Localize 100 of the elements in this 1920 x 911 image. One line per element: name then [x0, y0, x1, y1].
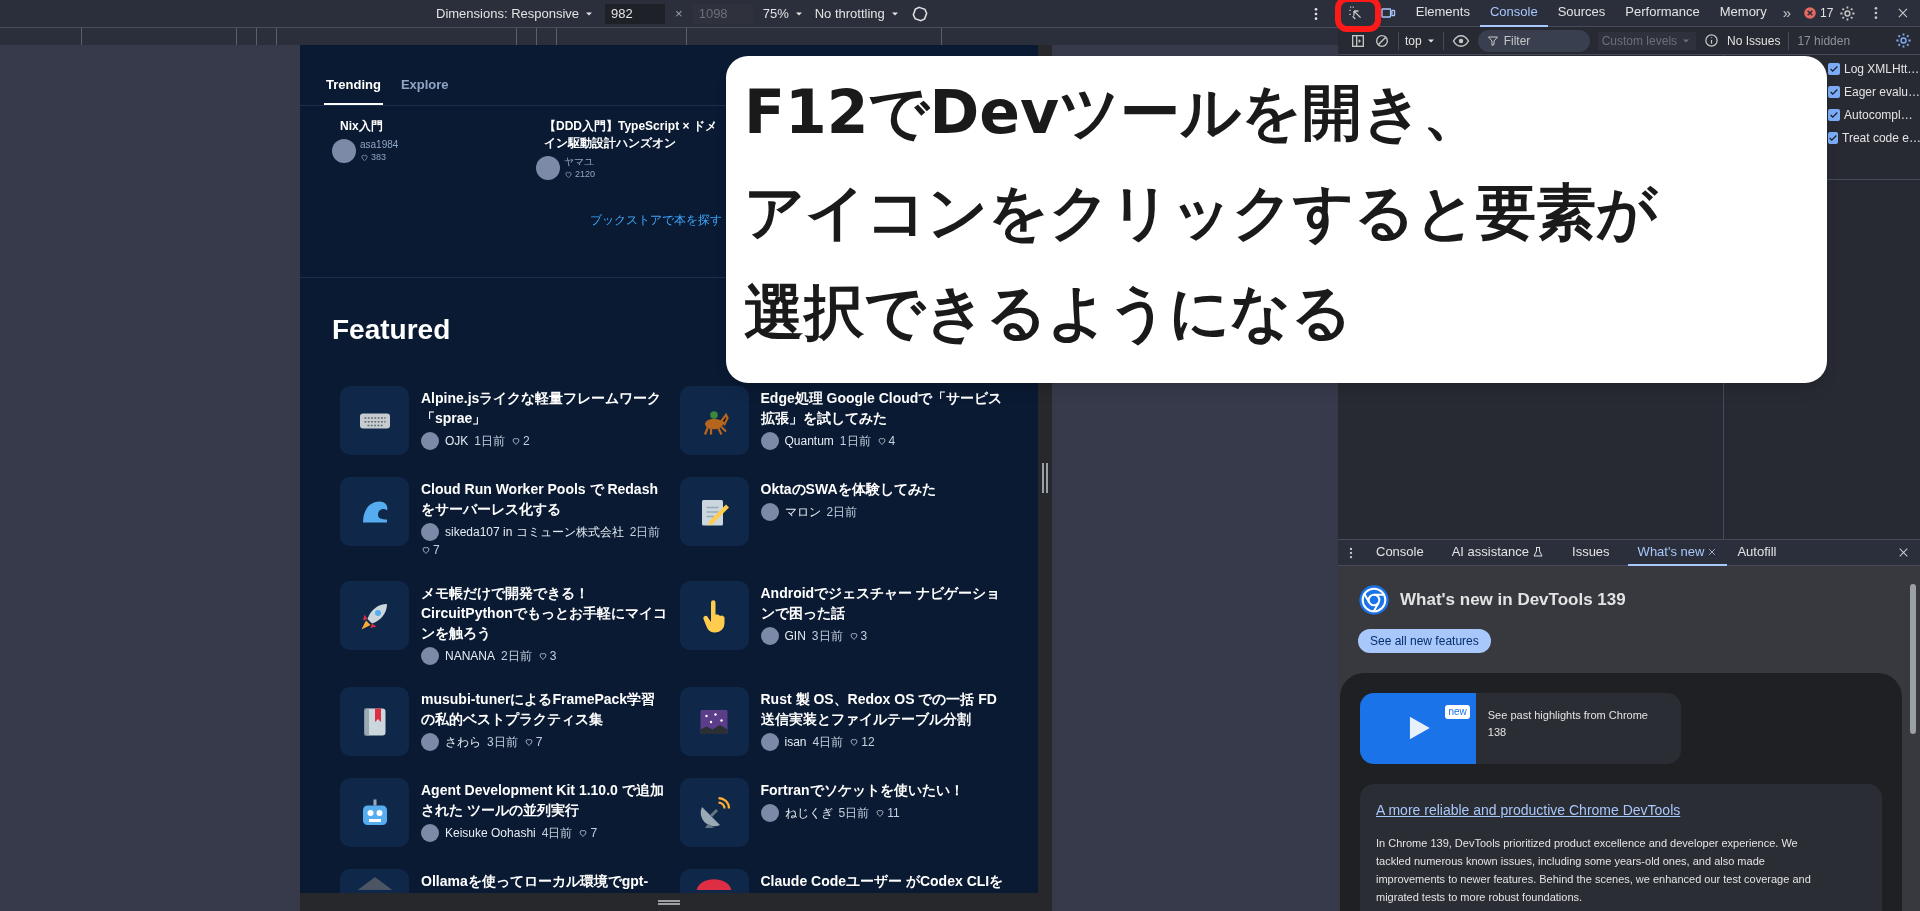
- close-icon[interactable]: [1897, 546, 1910, 559]
- devtools-tab[interactable]: Console: [1479, 0, 1548, 27]
- drawer-tab[interactable]: Autofill: [1727, 539, 1787, 566]
- video-caption: See past highlights from Chrome 138: [1486, 708, 1649, 740]
- post-time: 3日前: [811, 628, 843, 645]
- like-count: 2120: [575, 167, 596, 181]
- post-time: 2日前: [826, 504, 858, 521]
- new-badge: new: [1445, 705, 1470, 719]
- article-title[interactable]: Agent Development Kit 1.10.0 で追加された ツールの並列実行: [421, 780, 669, 820]
- heart-icon: [537, 651, 548, 661]
- avatar: [536, 156, 560, 181]
- filter-field[interactable]: Filter: [1477, 29, 1590, 52]
- page-tab[interactable]: Trending: [324, 75, 383, 105]
- setting-checkbox[interactable]: Autocompl…: [1828, 105, 1920, 125]
- width-field[interactable]: 982: [605, 3, 666, 24]
- issues-status[interactable]: No Issues: [1727, 31, 1790, 50]
- article-title[interactable]: Edge処理 Google Cloudで「サービス拡張」を試してみた: [760, 388, 1008, 428]
- article-title[interactable]: OktaのSWAを体験してみた: [760, 479, 936, 499]
- author-name[interactable]: sikeda107 in コミューン株式会社: [445, 523, 624, 541]
- post-time: 1日前: [839, 433, 871, 450]
- avatar: [760, 432, 779, 450]
- times-sign: ×: [675, 4, 683, 23]
- heart-icon: [848, 631, 859, 641]
- resize-handle-bar[interactable]: [300, 893, 1038, 911]
- heart-icon: [849, 737, 860, 747]
- more-tabs-button[interactable]: »: [1776, 1, 1798, 25]
- context-dropdown[interactable]: top: [1398, 31, 1444, 50]
- close-icon[interactable]: [1896, 6, 1910, 20]
- post-time: 2日前: [629, 524, 661, 541]
- article-title[interactable]: Nix入門: [332, 117, 522, 135]
- bookstore-link[interactable]: ブックストアで本を探す: [590, 213, 722, 227]
- author-name[interactable]: NANANA: [445, 647, 495, 665]
- heart-icon: [360, 152, 369, 162]
- post-time: 1日前: [474, 433, 506, 450]
- clear-icon[interactable]: [1374, 32, 1390, 49]
- throttling-dropdown[interactable]: No throttling: [814, 3, 901, 24]
- setting-checkbox[interactable]: Log XMLHtt…: [1828, 59, 1920, 79]
- post-time: 4日前: [812, 734, 844, 751]
- author-name[interactable]: Quantum: [784, 432, 834, 450]
- like-count: 7: [535, 734, 543, 751]
- like-count: 7: [433, 542, 440, 559]
- annotation-text: F12でDevツールを開き、: [744, 76, 1484, 149]
- heart-icon: [511, 436, 522, 446]
- devtools-tab[interactable]: Sources: [1547, 0, 1616, 27]
- check-icon: [1829, 64, 1839, 74]
- article-title[interactable]: メモ帳だけで開発できる！CircuitPythonでもっとお手軽にマイコンを触ろう: [421, 583, 669, 643]
- author-name[interactable]: OJK: [445, 432, 469, 450]
- check-icon: [1828, 133, 1838, 143]
- hidden-count: 17 hidden: [1797, 32, 1851, 50]
- devtools-tab[interactable]: Performance: [1615, 0, 1710, 27]
- like-count: 11: [887, 805, 900, 822]
- post-time: 4日前: [541, 825, 573, 842]
- article-title[interactable]: Claude Codeユーザー がCodex CLIを: [760, 871, 1004, 891]
- dimensions-dropdown[interactable]: Dimensions: Responsive: [436, 3, 596, 24]
- see-all-features-button[interactable]: See all new features: [1358, 629, 1491, 653]
- heart-icon: [578, 828, 589, 838]
- close-icon: [1707, 546, 1718, 557]
- article-link[interactable]: A more reliable and productive Chrome DevTools: [1376, 802, 1681, 818]
- like-count: 7: [590, 825, 598, 842]
- sidebar-icon[interactable]: [1350, 32, 1366, 49]
- author-name[interactable]: ヤマユ: [564, 155, 596, 168]
- settings-icon[interactable]: [1839, 4, 1857, 22]
- drawer-tab[interactable]: AI assistance: [1441, 539, 1555, 566]
- author-name[interactable]: Keisuke Oohashi: [445, 824, 536, 842]
- article-title[interactable]: musubi-tunerによるFramePack学習の私的ベストプラクティス集: [421, 689, 669, 729]
- device-toolbar-icon[interactable]: [1379, 5, 1396, 21]
- article-title[interactable]: Ollamaを使ってローカル環境でgpt-: [421, 871, 649, 891]
- article-title[interactable]: Rust 製 OS、Redox OS での一括 FD 送信実装とファイルテーブル分割: [760, 689, 1008, 729]
- setting-checkbox[interactable]: Eager evalu…: [1828, 82, 1920, 102]
- resize-handle[interactable]: [1042, 463, 1048, 493]
- video-card[interactable]: new See past highlights from Chrome 138: [1360, 693, 1681, 764]
- author-name[interactable]: asa1984: [360, 138, 399, 151]
- author-name[interactable]: さわら: [445, 733, 481, 751]
- like-count: 12: [861, 734, 875, 751]
- settings-icon[interactable]: [1895, 32, 1912, 49]
- devtools-tab[interactable]: Elements: [1405, 0, 1480, 27]
- article-title[interactable]: Fortranでソケットを使いたい！: [760, 780, 964, 800]
- article-title[interactable]: Androidでジェスチャー ナビゲーションで困った話: [760, 583, 1008, 623]
- chrome-logo-icon: [1358, 584, 1390, 616]
- article-title[interactable]: Cloud Run Worker Pools で Redash をサーバーレス化する: [421, 479, 669, 519]
- drawer-tab[interactable]: Issues: [1562, 539, 1620, 566]
- inspect-element-icon[interactable]: [1348, 5, 1364, 21]
- author-name[interactable]: ねじくぎ: [784, 804, 833, 822]
- zoom-dropdown[interactable]: 75%: [762, 3, 805, 24]
- author-name[interactable]: GIN: [784, 627, 806, 645]
- panel-title: What's new in DevTools 139: [1400, 589, 1626, 612]
- author-name[interactable]: マロン: [784, 503, 821, 521]
- drawer-tab[interactable]: Console: [1366, 539, 1434, 566]
- article-title[interactable]: Alpine.jsライクな軽量フレームワーク「sprae」: [421, 388, 669, 428]
- author-name[interactable]: isan: [784, 733, 807, 751]
- page-tab[interactable]: Explore: [398, 75, 451, 105]
- article-title[interactable]: 【DDD入門】TypeScript × ドメイン駆動設計ハンズオン: [536, 117, 726, 152]
- setting-checkbox[interactable]: Treat code e…: [1828, 128, 1920, 148]
- filter-icon: [1486, 34, 1499, 47]
- like-count: 2: [523, 433, 530, 450]
- avatar: [760, 627, 779, 645]
- flask-icon: [1532, 545, 1545, 558]
- devtools-tab[interactable]: Memory: [1709, 0, 1777, 27]
- error-count[interactable]: 17: [1820, 4, 1834, 22]
- heart-icon: [875, 808, 886, 818]
